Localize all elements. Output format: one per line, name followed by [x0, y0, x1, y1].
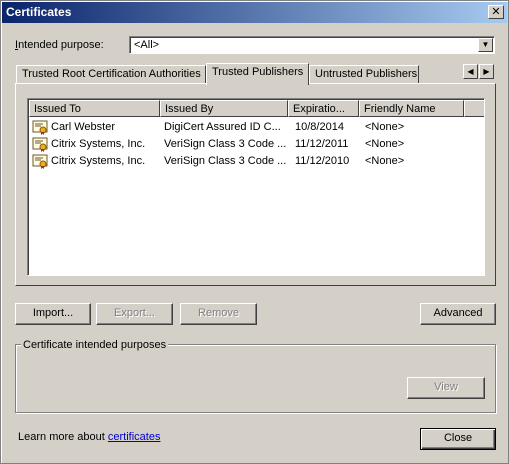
cell-friendly-name: <None>	[365, 138, 405, 150]
arrow-left-icon[interactable]: ◀	[463, 64, 478, 79]
cell-issued-by: DigiCert Assured ID C...	[164, 121, 281, 133]
cell-issued-by: VeriSign Class 3 Code ...	[164, 155, 287, 167]
certificate-list[interactable]: Issued To Issued By Expiratio... Friendl…	[27, 98, 485, 276]
certificate-icon	[32, 137, 48, 152]
column-header-issued-to[interactable]: Issued To	[29, 100, 160, 117]
view-button[interactable]: View	[407, 377, 485, 399]
tab-label: Trusted Root Certification Authorities	[22, 68, 201, 80]
advanced-button[interactable]: Advanced	[420, 303, 496, 325]
tab-trusted-publishers[interactable]: Trusted Publishers	[206, 63, 309, 85]
cell-expiration: 11/12/2011	[295, 138, 349, 150]
cell-expiration: 11/12/2010	[295, 155, 350, 167]
intended-purpose-value: <All>	[134, 39, 160, 51]
remove-button[interactable]: Remove	[180, 303, 257, 325]
intended-purpose-label-rest: ntended purpose:	[18, 39, 104, 51]
certificate-icon	[32, 120, 48, 135]
window-title: Certificates	[6, 5, 72, 19]
cell-issued-by: VeriSign Class 3 Code ...	[164, 138, 287, 150]
close-button[interactable]: Close	[420, 428, 496, 450]
export-button[interactable]: Export...	[96, 303, 173, 325]
close-icon[interactable]: ✕	[488, 5, 504, 19]
table-row[interactable]: Carl Webster DigiCert Assured ID C... 10…	[30, 119, 484, 136]
column-header-filler	[464, 100, 484, 117]
intended-purpose-label: Intended purpose:	[15, 39, 104, 51]
arrow-right-icon[interactable]: ▶	[479, 64, 494, 79]
tab-label: Untrusted Publishers	[315, 68, 418, 80]
learn-more-text: Learn more about certificates	[18, 431, 160, 443]
title-bar: Certificates ✕	[2, 2, 507, 23]
cell-issued-to: Citrix Systems, Inc.	[51, 155, 146, 167]
cell-issued-to: Carl Webster	[51, 121, 115, 133]
cell-friendly-name: <None>	[365, 155, 405, 167]
tab-trusted-root[interactable]: Trusted Root Certification Authorities	[16, 65, 206, 84]
column-header-issued-by[interactable]: Issued By	[160, 100, 288, 117]
cell-friendly-name: <None>	[365, 121, 405, 133]
certificates-link[interactable]: certificates	[108, 431, 161, 443]
chevron-down-icon[interactable]: ▼	[478, 38, 493, 52]
import-button[interactable]: Import...	[15, 303, 91, 325]
tab-untrusted-publishers[interactable]: Untrusted Publishers	[309, 65, 419, 84]
group-title: Certificate intended purposes	[21, 339, 169, 351]
cell-expiration: 10/8/2014	[295, 121, 344, 133]
learn-more-prefix: Learn more about	[18, 431, 108, 443]
certificates-dialog: Certificates ✕ Intended purpose: <All> ▼…	[0, 0, 509, 464]
cell-issued-to: Citrix Systems, Inc.	[51, 138, 146, 150]
table-row[interactable]: Citrix Systems, Inc. VeriSign Class 3 Co…	[30, 153, 484, 170]
tab-label: Trusted Publishers	[212, 66, 304, 78]
column-header-expiration[interactable]: Expiratio...	[288, 100, 359, 117]
intended-purpose-select[interactable]: <All> ▼	[129, 36, 495, 54]
column-header-friendly-name[interactable]: Friendly Name	[359, 100, 464, 117]
certificate-icon	[32, 154, 48, 169]
table-row[interactable]: Citrix Systems, Inc. VeriSign Class 3 Co…	[30, 136, 484, 153]
